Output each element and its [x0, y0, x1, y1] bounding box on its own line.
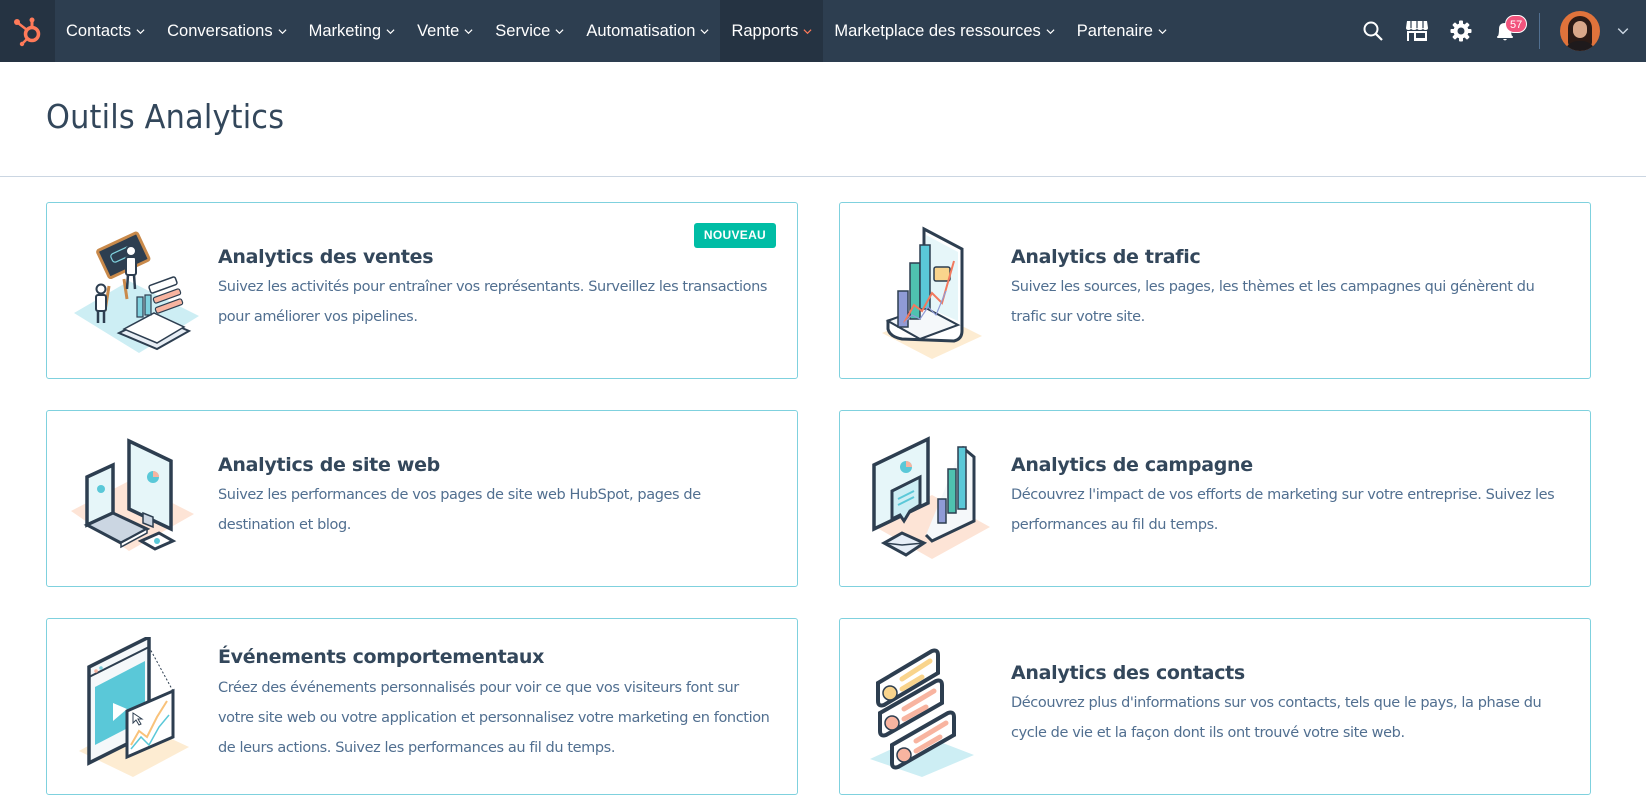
user-avatar[interactable]: [1560, 11, 1600, 51]
devices-illustration: [69, 429, 205, 569]
hubspot-logo[interactable]: [0, 0, 55, 62]
card-behavioral-events[interactable]: Événements comportementaux Créez des évé…: [46, 618, 798, 795]
card-title: Événements comportementaux: [218, 646, 545, 668]
chevron-down-icon: [1046, 28, 1055, 34]
new-badge: NOUVEAU: [693, 223, 776, 248]
nav-divider: [1539, 13, 1540, 49]
card-description: Suivez les activités pour entraîner vos …: [218, 279, 768, 325]
sales-training-illustration: [69, 221, 205, 361]
nav-item-automatisation[interactable]: Automatisation: [575, 0, 720, 62]
marketplace-button[interactable]: [1395, 0, 1439, 62]
card-description: Découvrez l'impact de vos efforts de mar…: [1011, 487, 1555, 533]
account-menu-toggle[interactable]: [1600, 0, 1646, 62]
nav-item-label: Marketplace des ressources: [834, 21, 1041, 40]
chevron-down-icon: [700, 28, 709, 34]
avatar-face: [1573, 21, 1587, 38]
chevron-down-icon: [1158, 28, 1167, 34]
nav-item-conversations[interactable]: Conversations: [156, 0, 297, 62]
nav-item-label: Marketing: [308, 21, 382, 40]
traffic-chart-illustration: [862, 221, 998, 361]
settings-button[interactable]: [1439, 0, 1483, 62]
settings-icon: [1450, 20, 1472, 42]
page-header: Outils Analytics: [0, 62, 1646, 177]
nav-item-partenaire[interactable]: Partenaire: [1066, 0, 1178, 62]
search-icon: [1363, 21, 1383, 41]
card-description: Créez des événements personnalisés pour …: [218, 680, 770, 756]
card-title: Analytics de site web: [218, 454, 440, 476]
card-description: Découvrez plus d'informations sur vos co…: [1011, 695, 1542, 741]
card-sales-analytics[interactable]: Analytics des ventes Suivez les activité…: [46, 202, 798, 379]
page-title: Outils Analytics: [46, 97, 285, 136]
nav-item-contacts[interactable]: Contacts: [55, 0, 156, 62]
card-campaign-analytics[interactable]: Analytics de campagne Découvrez l'impact…: [839, 410, 1591, 587]
video-events-illustration: [69, 634, 205, 777]
top-navigation: Contacts Conversations Marketing Vente S…: [0, 0, 1646, 62]
card-title: Analytics des ventes: [218, 246, 434, 268]
marketplace-icon: [1406, 21, 1428, 41]
nav-item-label: Contacts: [66, 21, 132, 40]
nav-item-rapports[interactable]: Rapports: [720, 0, 824, 62]
chevron-down-icon: [386, 28, 395, 34]
nav-item-marketing[interactable]: Marketing: [298, 0, 406, 62]
contacts-cards-illustration: [862, 637, 998, 777]
nav-item-service[interactable]: Service: [484, 0, 575, 62]
card-title: Analytics de campagne: [1011, 454, 1253, 476]
nav-item-label: Automatisation: [586, 21, 696, 40]
card-contacts-analytics[interactable]: Analytics des contacts Découvrez plus d'…: [839, 618, 1591, 795]
nav-item-vente[interactable]: Vente: [406, 0, 484, 62]
card-traffic-analytics[interactable]: Analytics de trafic Suivez les sources, …: [839, 202, 1591, 379]
chevron-down-icon: [464, 28, 473, 34]
card-description: Suivez les performances de vos pages de …: [218, 487, 701, 533]
campaign-illustration: [862, 429, 998, 569]
nav-item-label: Service: [495, 21, 551, 40]
chevron-down-icon: [136, 28, 145, 34]
card-description: Suivez les sources, les pages, les thème…: [1011, 279, 1535, 325]
search-button[interactable]: [1351, 0, 1395, 62]
notifications-button[interactable]: 57: [1483, 0, 1528, 62]
chevron-down-icon: [1617, 28, 1629, 35]
nav-item-label: Rapports: [731, 21, 799, 40]
card-title: Analytics des contacts: [1011, 662, 1245, 684]
notification-count-badge: 57: [1505, 15, 1528, 33]
nav-item-label: Vente: [417, 21, 460, 40]
nav-menu: Contacts Conversations Marketing Vente S…: [55, 0, 1178, 62]
chevron-down-icon: [803, 28, 812, 34]
nav-utilities: 57: [1351, 0, 1646, 62]
chevron-down-icon: [555, 28, 564, 34]
hubspot-sprocket-icon: [13, 17, 40, 47]
chevron-down-icon: [278, 28, 287, 34]
nav-item-marketplace[interactable]: Marketplace des ressources: [823, 0, 1065, 62]
card-title: Analytics de trafic: [1011, 246, 1201, 268]
nav-item-label: Partenaire: [1076, 21, 1153, 40]
card-website-analytics[interactable]: Analytics de site web Suivez les perform…: [46, 410, 798, 587]
nav-item-label: Conversations: [167, 21, 273, 40]
